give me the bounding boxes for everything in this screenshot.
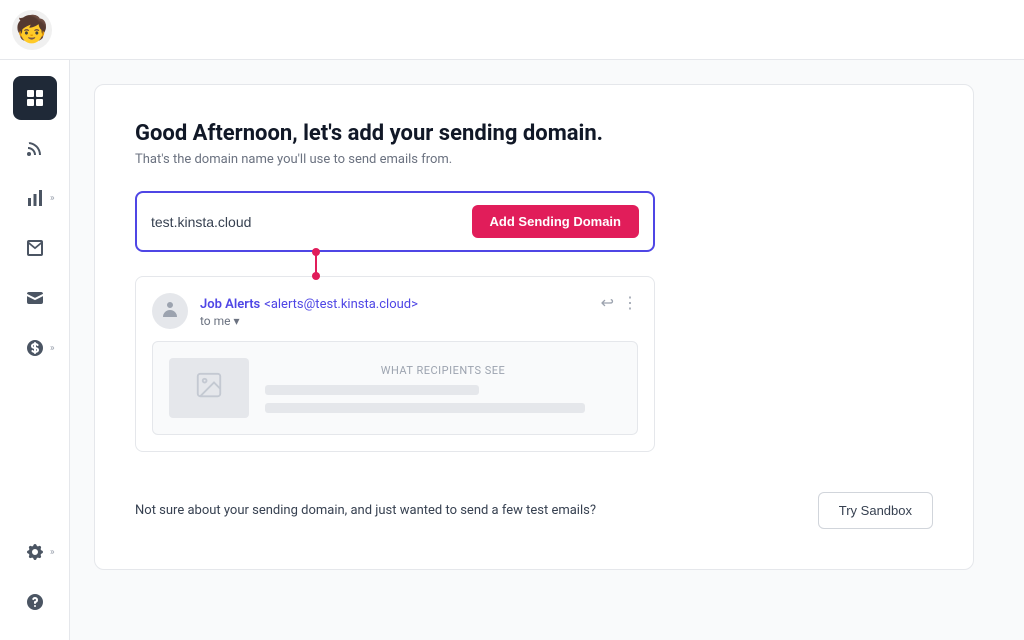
what-recipients-label: WHAT RECIPIENTS SEE [265, 364, 621, 377]
email-image-placeholder [169, 358, 249, 418]
main-card: Good Afternoon, let's add your sending d… [94, 84, 974, 570]
avatar-emoji: 🧒 [16, 17, 48, 43]
sidebar-item-email[interactable] [13, 226, 57, 270]
email-preview-card: Job Alerts <alerts@test.kinsta.cloud> to… [135, 276, 655, 452]
dollar-icon [25, 338, 45, 358]
content-area: Good Afternoon, let's add your sending d… [70, 60, 1024, 640]
question-icon [25, 592, 45, 612]
sidebar-item-feeds[interactable] [13, 126, 57, 170]
avatar[interactable]: 🧒 [12, 10, 52, 50]
more-options-icon[interactable]: ⋮ [622, 293, 638, 312]
connector-dot-top [312, 248, 320, 256]
connector-line [315, 252, 317, 276]
try-sandbox-button[interactable]: Try Sandbox [818, 492, 933, 529]
chevron-icon-billing: » [50, 343, 55, 354]
email-from-name: Job Alerts [200, 297, 260, 312]
email-to: to me ▾ [200, 314, 589, 328]
mail-open-icon [25, 288, 45, 308]
sidebar: » [0, 60, 70, 640]
content-line-short [265, 385, 479, 395]
email-from-address: <alerts@test.kinsta.cloud> [264, 297, 418, 312]
sidebar-item-help[interactable] [13, 580, 57, 624]
content-line-long [265, 403, 585, 413]
page-title: Good Afternoon, let's add your sending d… [135, 121, 933, 146]
email-content-lines: WHAT RECIPIENTS SEE [265, 364, 621, 413]
person-icon [160, 299, 180, 324]
main-layout: » [0, 60, 1024, 640]
connector [135, 252, 933, 276]
bottom-section: Not sure about your sending domain, and … [135, 484, 933, 529]
bottom-text: Not sure about your sending domain, and … [135, 501, 596, 521]
page-subtitle: That's the domain name you'll use to sen… [135, 152, 933, 167]
gear-icon [25, 542, 45, 562]
domain-input-wrapper: Add Sending Domain [135, 191, 655, 252]
sidebar-item-settings[interactable]: » [13, 530, 57, 574]
add-domain-button[interactable]: Add Sending Domain [472, 205, 639, 238]
image-icon [194, 370, 224, 406]
sidebar-item-analytics[interactable]: » [13, 176, 57, 220]
chevron-icon: » [50, 193, 55, 204]
email-actions: ↩ ⋮ [601, 293, 638, 312]
domain-input[interactable] [151, 214, 460, 230]
reply-icon[interactable]: ↩ [601, 293, 614, 312]
sidebar-item-dashboard[interactable] [13, 76, 57, 120]
sidebar-item-campaigns[interactable] [13, 276, 57, 320]
email-from-line: Job Alerts <alerts@test.kinsta.cloud> [200, 293, 589, 312]
email-header: Job Alerts <alerts@test.kinsta.cloud> to… [152, 293, 638, 329]
email-icon [25, 238, 45, 258]
email-from-info: Job Alerts <alerts@test.kinsta.cloud> to… [200, 293, 589, 328]
grid-icon [25, 88, 45, 108]
topbar: 🧒 [0, 0, 1024, 60]
email-body-preview: WHAT RECIPIENTS SEE [152, 341, 638, 435]
bar-chart-icon [25, 188, 45, 208]
email-sender-avatar [152, 293, 188, 329]
sidebar-item-billing[interactable]: » [13, 326, 57, 370]
chevron-icon-settings: » [50, 547, 55, 558]
connector-dot-bottom [312, 272, 320, 280]
rss-icon [25, 138, 45, 158]
